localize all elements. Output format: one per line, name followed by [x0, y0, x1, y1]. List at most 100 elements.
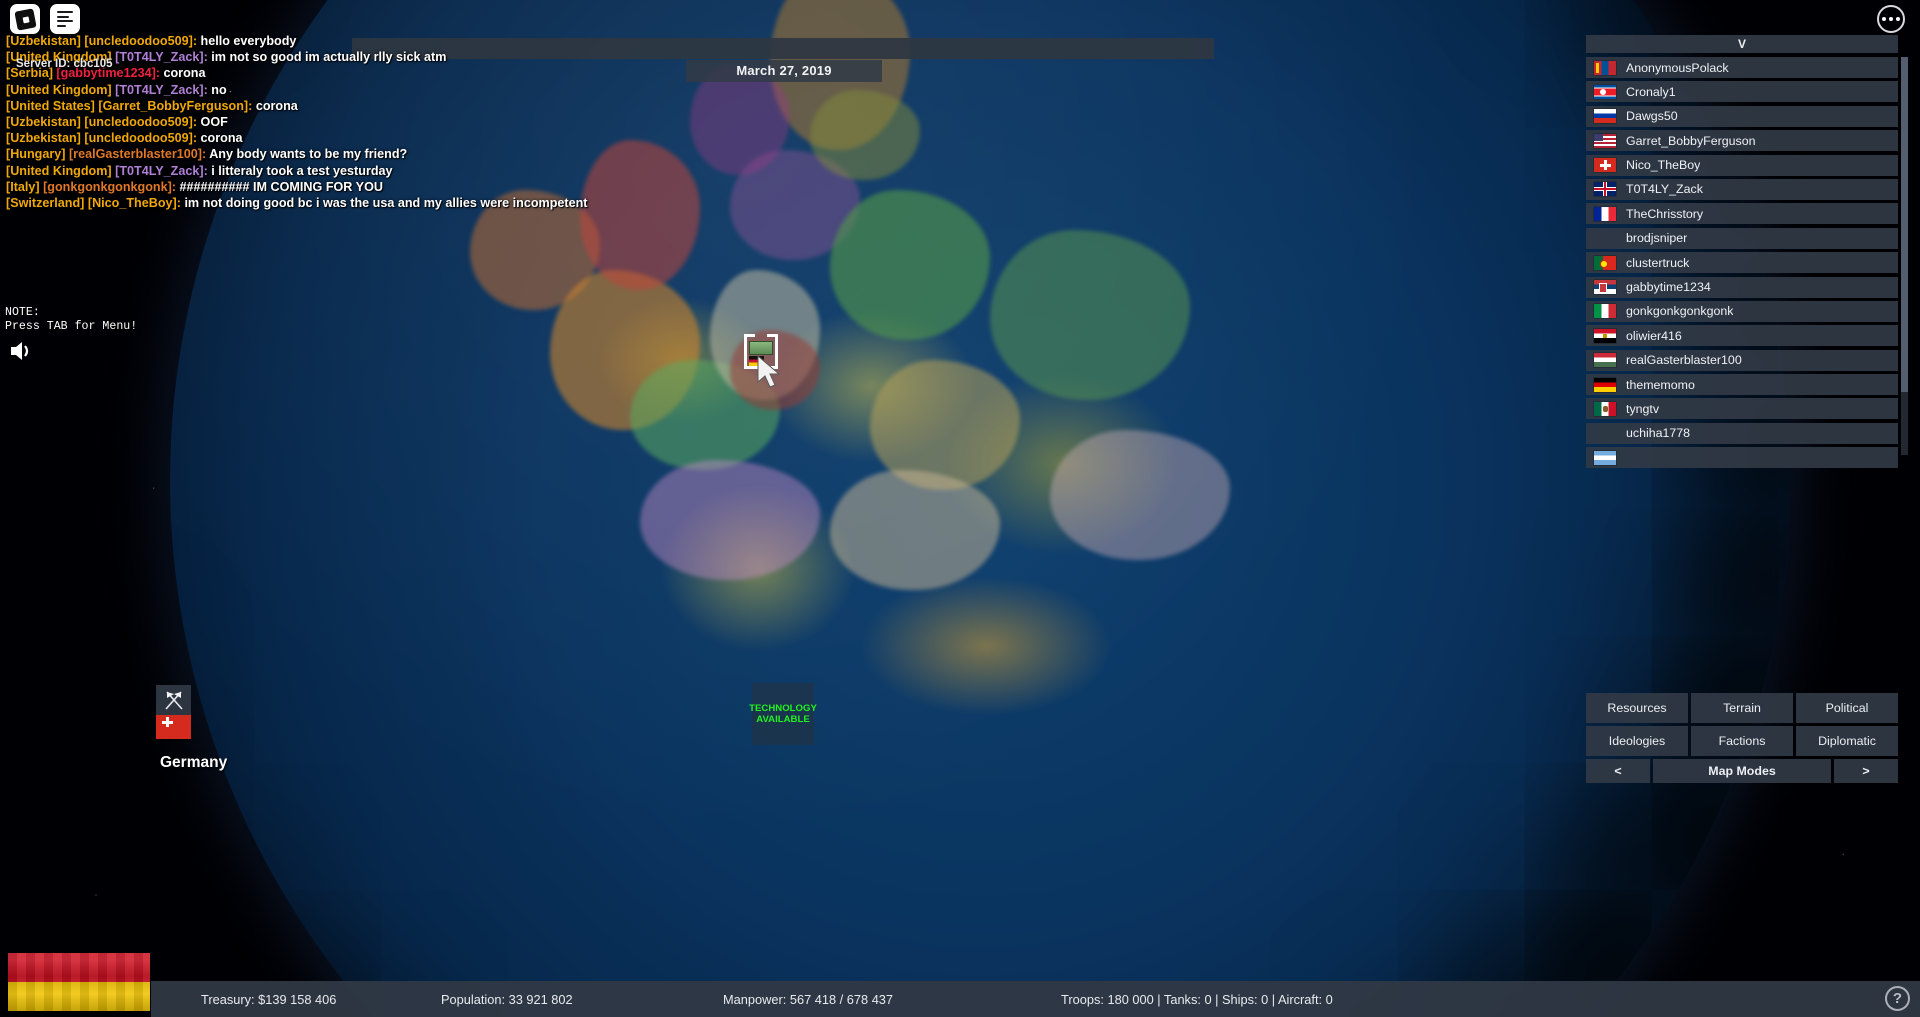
map-mode-button-ideologies[interactable]: Ideologies [1586, 726, 1688, 756]
player-list-header[interactable]: V [1586, 35, 1898, 53]
player-flag-icon [1594, 182, 1616, 197]
player-name: Garret_BobbyFerguson [1626, 133, 1756, 148]
player-list-item[interactable]: clustertruck [1586, 252, 1898, 274]
map-modes-panel: Resources Terrain Political Ideologies Facti… [1586, 693, 1898, 783]
switzerland-flag-icon [156, 715, 191, 739]
player-list-item[interactable]: Garret_BobbyFerguson [1586, 130, 1898, 152]
tab-menu-note: NOTE: Press TAB for Menu! [5, 306, 137, 334]
player-list-item[interactable]: gonkgonkgonkgonk [1586, 300, 1898, 322]
player-list-scrollbar-thumb[interactable] [1901, 57, 1908, 392]
chat-message: [United Kingdom] [T0T4LY_Zack]: im not s… [6, 50, 766, 65]
player-flag-icon [1594, 353, 1616, 368]
player-list-item[interactable]: Nico_TheBoy [1586, 154, 1898, 176]
help-icon[interactable]: ? [1885, 986, 1910, 1011]
player-name: Nico_TheBoy [1626, 158, 1701, 173]
player-name: gonkgonkgonkgonk [1626, 304, 1734, 319]
player-flag-icon [1594, 206, 1616, 221]
player-name: realGasterblaster100 [1626, 353, 1742, 368]
player-list[interactable]: AnonymousPolack Cronaly1 Dawgs50 Garret_Bob… [1586, 57, 1898, 477]
player-flag-icon [1594, 377, 1616, 392]
chat-message: [Uzbekistan] [uncledoodoo509]: corona [6, 131, 766, 146]
chat-message: [Uzbekistan] [uncledoodoo509]: OOF [6, 115, 766, 130]
chat-country-tag: [Italy] [6, 179, 44, 194]
chat-username-tag: [T0T4LY_Zack]: [115, 82, 212, 97]
player-name: thememomo [1626, 377, 1695, 392]
player-name: Cronaly1 [1626, 84, 1676, 99]
nation-region [810, 90, 920, 180]
player-name: clustertruck [1626, 255, 1690, 270]
player-name: T0T4LY_Zack [1626, 182, 1703, 197]
roblox-topbar-icons [10, 4, 80, 34]
chat-country-tag: [Switzerland] [6, 195, 88, 210]
chat-message-text: ########## IM COMING FOR YOU [179, 179, 383, 194]
player-flag-icon [1594, 304, 1616, 319]
player-list-item[interactable]: thememomo [1586, 374, 1898, 396]
chat-username-tag: [Garret_BobbyFerguson]: [98, 98, 256, 113]
chat-message-text: corona [163, 66, 206, 81]
map-mode-button-diplomatic[interactable]: Diplomatic [1796, 726, 1898, 756]
chat-message-text: hello everybody [200, 34, 297, 48]
player-name: gabbytime1234 [1626, 280, 1711, 295]
map-modes-grid: Resources Terrain Political Ideologies Facti… [1586, 693, 1898, 756]
map-mode-button-resources[interactable]: Resources [1586, 693, 1688, 723]
population-value: Population: 33 921 802 [441, 991, 573, 1007]
chat-message-text: corona [200, 131, 243, 146]
map-mode-button-terrain[interactable]: Terrain [1691, 693, 1793, 723]
chat-message-text: i litteraly took a test yesturday [211, 163, 393, 178]
no-flag-icon [1594, 426, 1616, 440]
chat-message: [Uzbekistan] [uncledoodoo509]: hello eve… [6, 34, 766, 49]
player-list-item[interactable]: T0T4LY_Zack [1586, 178, 1898, 200]
chat-username-tag: [uncledoodoo509]: [84, 34, 201, 48]
player-list-item[interactable]: tyngtv [1586, 398, 1898, 420]
player-name: TheChrisstory [1626, 206, 1704, 221]
player-flag-icon [1594, 133, 1616, 148]
roblox-logo-icon[interactable] [10, 4, 40, 34]
map-modes-next-button[interactable]: > [1834, 759, 1898, 783]
map-mode-button-factions[interactable]: Factions [1691, 726, 1793, 756]
military-value: Troops: 180 000 | Tanks: 0 | Ships: 0 | … [1061, 991, 1333, 1007]
chat-icon[interactable] [50, 4, 80, 34]
player-flag-icon [1594, 401, 1616, 416]
map-modes-title[interactable]: Map Modes [1653, 759, 1831, 783]
player-name: oliwier416 [1626, 328, 1682, 343]
chat-message: [United Kingdom] [T0T4LY_Zack]: no [6, 83, 766, 98]
chat-message-text: corona [255, 98, 298, 113]
ellipsis-icon[interactable] [1877, 5, 1905, 33]
player-flag-icon [1594, 328, 1616, 343]
chat-message: [Serbia] [gabbytime1234]: corona [6, 66, 766, 81]
player-list-item[interactable]: uchiha1778 [1586, 422, 1898, 444]
speaker-icon[interactable] [9, 340, 33, 367]
chat-country-tag: [United Kingdom] [6, 163, 116, 178]
map-modes-nav: < Map Modes > [1586, 759, 1898, 783]
player-flag-icon [1594, 280, 1616, 295]
player-list-item[interactable] [1586, 447, 1898, 469]
player-list-item[interactable]: brodjsniper [1586, 227, 1898, 249]
note-line-2: Press TAB for Menu! [5, 320, 138, 333]
tech-tooltip-line2: AVAILABLE [756, 714, 810, 725]
player-list-item[interactable]: TheChrisstory [1586, 203, 1898, 225]
chat-message: [United Kingdom] [T0T4LY_Zack]: i litter… [6, 164, 766, 179]
player-list-item[interactable]: oliwier416 [1586, 325, 1898, 347]
chat-username-tag: [gonkgonkgonkgonk]: [43, 179, 180, 194]
map-mode-button-political[interactable]: Political [1796, 693, 1898, 723]
map-modes-prev-button[interactable]: < [1586, 759, 1650, 783]
tech-tooltip-line1: TECHNOLOGY [749, 702, 817, 714]
player-flag-icon [1594, 84, 1616, 99]
note-line-1: NOTE: [5, 306, 40, 319]
chat-message-text: OOF [200, 114, 228, 129]
chat-country-tag: [United Kingdom] [6, 82, 116, 97]
player-list-item[interactable]: gabbytime1234 [1586, 276, 1898, 298]
player-list-item[interactable]: AnonymousPolack [1586, 57, 1898, 78]
player-list-item[interactable]: Cronaly1 [1586, 81, 1898, 103]
player-list-item[interactable]: realGasterblaster100 [1586, 349, 1898, 371]
player-list-item[interactable]: Dawgs50 [1586, 105, 1898, 127]
player-name: brodjsniper [1626, 231, 1688, 246]
server-id-label: Server ID: cbc105 [16, 58, 113, 70]
player-flag-icon [1594, 109, 1616, 124]
player-name: uchiha1778 [1626, 426, 1691, 441]
chat-message-text: no [211, 82, 227, 97]
crossed-flags-icon[interactable] [156, 685, 191, 715]
chat-username-tag: [realGasterblaster100]: [68, 147, 210, 162]
chat-message-log: [Uzbekistan] [uncledoodoo509]: hello eve… [6, 34, 766, 212]
chat-country-tag: [Hungary] [6, 147, 69, 162]
